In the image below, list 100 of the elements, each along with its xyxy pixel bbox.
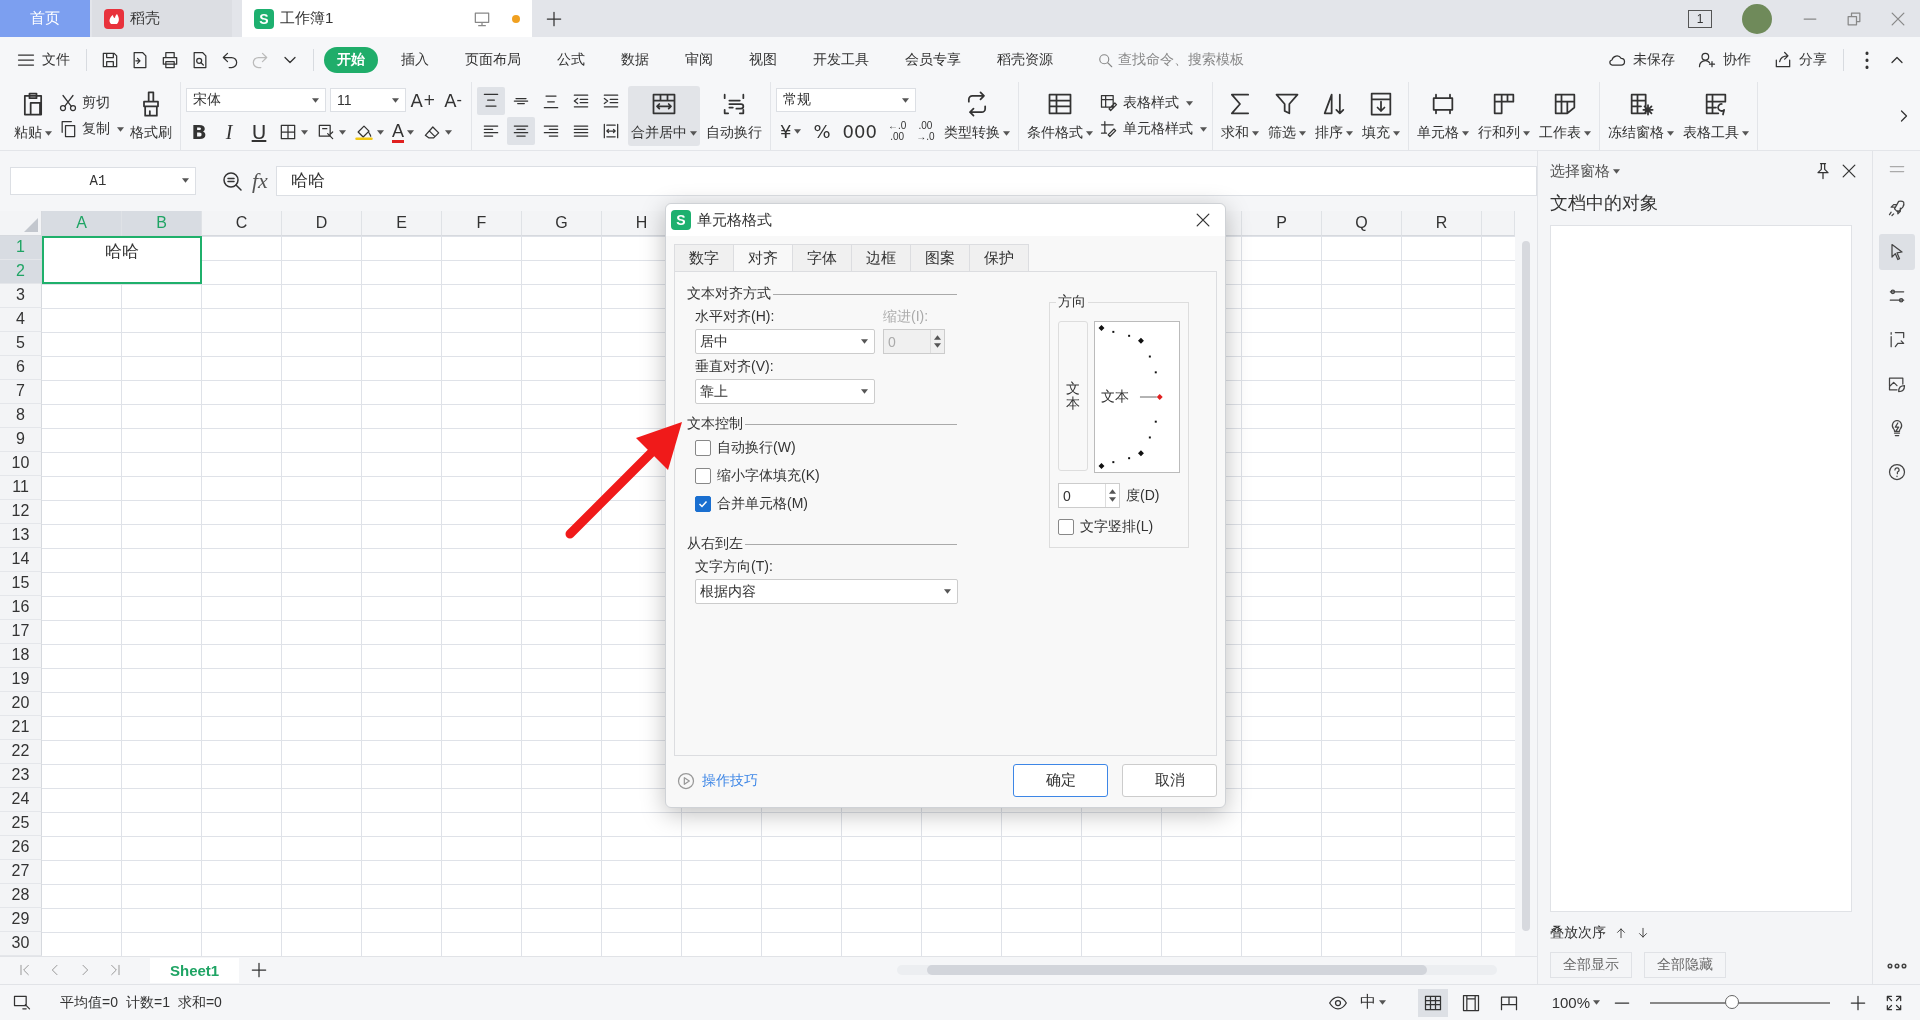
ribbon-tab[interactable]: 公式 bbox=[544, 46, 598, 73]
row-header[interactable]: 30 bbox=[0, 931, 42, 956]
row-header[interactable]: 11 bbox=[0, 475, 42, 500]
function-button[interactable]: fx bbox=[252, 167, 268, 194]
text-direction-select[interactable]: 根据内容 bbox=[695, 579, 958, 604]
font-size-field[interactable]: 11 bbox=[330, 88, 406, 112]
cursor-tool-button[interactable] bbox=[1878, 234, 1915, 270]
avatar-icon[interactable] bbox=[1742, 3, 1772, 34]
dialog-tab[interactable]: 字体 bbox=[792, 244, 852, 271]
horizontal-align-select[interactable]: 居中 bbox=[695, 329, 875, 354]
column-header[interactable]: R bbox=[1402, 210, 1482, 236]
ribbon-tab[interactable]: 开发工具 bbox=[800, 46, 882, 73]
table-tools-button[interactable]: 表格工具 bbox=[1679, 86, 1752, 146]
pane-title[interactable]: 选择窗格 bbox=[1550, 161, 1620, 181]
sort-button[interactable]: 排序 bbox=[1311, 86, 1356, 146]
name-box[interactable]: A1 bbox=[10, 166, 196, 195]
font-color-button[interactable]: A bbox=[390, 121, 416, 143]
vertical-text-button[interactable]: 文本 bbox=[1058, 321, 1088, 471]
formula-field[interactable]: 哈哈 bbox=[275, 165, 1537, 196]
ribbon-tab[interactable]: 稻壳资源 bbox=[984, 46, 1066, 73]
font-name-field[interactable]: 宋体 bbox=[186, 88, 326, 112]
row-header[interactable]: 17 bbox=[0, 619, 42, 644]
cancel-button[interactable]: 取消 bbox=[1122, 764, 1217, 797]
cut-button[interactable]: 剪切 bbox=[58, 93, 124, 113]
row-header[interactable]: 8 bbox=[0, 403, 42, 428]
column-header[interactable]: F bbox=[442, 210, 522, 236]
spin-down-icon[interactable] bbox=[934, 343, 941, 348]
spin-up-icon[interactable] bbox=[1109, 489, 1116, 494]
ok-button[interactable]: 确定 bbox=[1013, 764, 1108, 797]
row-header[interactable]: 6 bbox=[0, 355, 42, 380]
cloud-action[interactable]: 未保存 bbox=[1601, 45, 1681, 74]
paste-button[interactable]: 粘贴 bbox=[11, 86, 55, 146]
decrease-decimal-button[interactable]: .00 →.0 bbox=[913, 120, 938, 142]
pane-button[interactable]: 全部隐藏 bbox=[1644, 952, 1726, 978]
thousands-button[interactable]: 000 bbox=[838, 118, 881, 144]
fill-down-button[interactable]: 填充 bbox=[1358, 86, 1403, 146]
format-painter-button[interactable]: 格式刷 bbox=[127, 86, 175, 146]
row-header[interactable]: 21 bbox=[0, 715, 42, 740]
user-plus-action[interactable]: 协作 bbox=[1691, 45, 1757, 74]
wrap-text-button[interactable]: 自动换行 bbox=[703, 86, 765, 146]
vertical-scrollbar[interactable] bbox=[1515, 210, 1537, 956]
row-header[interactable]: 10 bbox=[0, 451, 42, 476]
zoom-level-button[interactable]: 100% bbox=[1551, 994, 1600, 1011]
row-header[interactable]: 18 bbox=[0, 643, 42, 668]
row-header[interactable]: 3 bbox=[0, 283, 42, 308]
pane-button[interactable]: 全部显示 bbox=[1550, 952, 1632, 978]
column-header[interactable]: Q bbox=[1322, 210, 1402, 236]
ribbon-tab[interactable]: 审阅 bbox=[672, 46, 726, 73]
row-header[interactable]: 29 bbox=[0, 907, 42, 932]
align-top-button[interactable] bbox=[477, 87, 505, 115]
column-header[interactable]: P bbox=[1242, 210, 1322, 236]
conditional-format-button[interactable]: 条件格式 bbox=[1023, 86, 1096, 146]
checkbox[interactable] bbox=[695, 496, 711, 512]
checkbox[interactable] bbox=[695, 440, 711, 456]
merged-cell[interactable]: 哈哈 bbox=[42, 235, 202, 284]
row-header[interactable]: 24 bbox=[0, 787, 42, 812]
workbook-tab[interactable]: S 工作簿1 bbox=[242, 0, 532, 37]
dialog-tab[interactable]: 数字 bbox=[674, 244, 734, 271]
row-header[interactable]: 27 bbox=[0, 859, 42, 884]
underline-button[interactable]: U bbox=[246, 119, 272, 145]
spin-up-icon[interactable] bbox=[934, 335, 941, 340]
row-header[interactable]: 19 bbox=[0, 667, 42, 692]
align-center-button[interactable] bbox=[507, 117, 535, 145]
share-action[interactable]: 分享 bbox=[1767, 45, 1833, 74]
row-header[interactable]: 20 bbox=[0, 691, 42, 716]
ribbon-tab[interactable]: 会员专享 bbox=[892, 46, 974, 73]
currency-button[interactable]: ¥ bbox=[776, 118, 806, 144]
ribbon-tab[interactable]: 视图 bbox=[736, 46, 790, 73]
filter-button[interactable]: 筛选 bbox=[1264, 86, 1309, 146]
docer-tab[interactable]: 稻壳 bbox=[92, 0, 232, 37]
row-header[interactable]: 28 bbox=[0, 883, 42, 908]
copy-button[interactable]: 复制 bbox=[58, 119, 124, 139]
column-header[interactable]: E bbox=[362, 210, 442, 236]
row-header[interactable]: 25 bbox=[0, 811, 42, 836]
row-header[interactable]: 26 bbox=[0, 835, 42, 860]
move-down-button[interactable] bbox=[1636, 926, 1650, 940]
convert-type-button[interactable]: 类型转换 bbox=[940, 86, 1013, 146]
checkbox[interactable] bbox=[1058, 519, 1074, 535]
row-header[interactable]: 14 bbox=[0, 547, 42, 572]
spin-down-icon[interactable] bbox=[1109, 497, 1116, 502]
window-count-button[interactable]: 1 bbox=[1688, 9, 1712, 28]
file-menu[interactable]: 文件 bbox=[10, 45, 76, 74]
table-style-button[interactable]: 表格样式 bbox=[1098, 93, 1207, 113]
row-header[interactable]: 7 bbox=[0, 379, 42, 404]
ribbon-tab[interactable]: 数据 bbox=[608, 46, 662, 73]
percent-button[interactable]: % bbox=[809, 118, 835, 144]
row-header[interactable]: 23 bbox=[0, 763, 42, 788]
sum-button[interactable]: 求和 bbox=[1217, 86, 1262, 146]
ribbon-tab[interactable]: 插入 bbox=[388, 46, 442, 73]
cells-button[interactable]: 单元格 bbox=[1413, 86, 1472, 146]
move-up-button[interactable] bbox=[1614, 926, 1628, 940]
italic-button[interactable]: I bbox=[216, 119, 242, 145]
checkbox[interactable] bbox=[695, 468, 711, 484]
increase-decimal-button[interactable]: ←.0 .00 bbox=[884, 120, 910, 142]
dialog-tab[interactable]: 保护 bbox=[969, 244, 1029, 271]
bold-button[interactable]: B bbox=[186, 119, 212, 145]
column-header[interactable]: D bbox=[282, 210, 362, 236]
ribbon-tab[interactable]: 页面布局 bbox=[452, 46, 534, 73]
row-header[interactable]: 4 bbox=[0, 307, 42, 332]
normal-view-button[interactable] bbox=[1417, 988, 1448, 1017]
